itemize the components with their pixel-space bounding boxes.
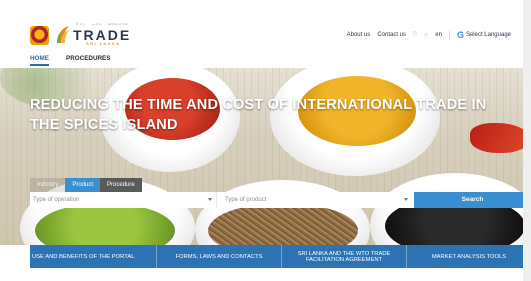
main-nav: HOME PROCEDURES — [0, 50, 531, 69]
tab-procedure[interactable]: Procedure — [100, 178, 142, 192]
translate-label: Select Language — [465, 32, 511, 38]
lang-english-link[interactable]: en — [435, 32, 442, 38]
operation-type-select[interactable]: Type of operation — [30, 192, 217, 208]
site-header: සිංහල · தமிழ் · ENGLISH TRADE SRI LANKA … — [0, 0, 531, 50]
search-button[interactable]: Search — [414, 192, 531, 208]
window-edge — [523, 0, 531, 281]
tile-market-analysis[interactable]: MARKET ANALYSIS TOOLS — [406, 245, 531, 268]
nav-item-procedures[interactable]: PROCEDURES — [66, 55, 110, 62]
page-below-fold — [0, 268, 531, 281]
tile-forms-laws-contacts[interactable]: FORMS, LAWS AND CONTACTS — [156, 245, 281, 268]
search-bar: Type of operation Type of product Search — [30, 192, 531, 208]
about-us-link[interactable]: About us — [347, 32, 371, 38]
google-icon: G — [456, 30, 464, 40]
contact-us-link[interactable]: Contact us — [377, 32, 406, 38]
logo-subtitle: SRI LANKA — [86, 41, 121, 46]
browser-viewport: සිංහල · தமிழ் · ENGLISH TRADE SRI LANKA … — [0, 0, 531, 281]
sri-lanka-emblem-icon — [30, 26, 49, 45]
tile-wto-agreement[interactable]: SRI LANKA AND THE WTO TRADE FACILITATION… — [281, 245, 406, 268]
lang-tamil-link[interactable]: த — [424, 32, 428, 39]
tile-use-and-benefits[interactable]: USE AND BENEFITS OF THE PORTAL — [30, 245, 156, 268]
hero-banner: REDUCING THE TIME AND COST OF INTERNATIO… — [0, 68, 531, 245]
divider — [448, 30, 450, 40]
google-translate-button[interactable]: G Select Language — [457, 30, 511, 40]
tab-industry[interactable]: Industry — [30, 178, 66, 192]
product-type-select[interactable]: Type of product — [222, 192, 415, 208]
lang-sinhala-link[interactable]: සි — [413, 32, 417, 39]
tab-product[interactable]: Product — [65, 178, 101, 192]
search-tabs: Industry Product Procedure — [30, 178, 142, 192]
hero-title: REDUCING THE TIME AND COST OF INTERNATIO… — [30, 97, 487, 133]
nav-item-home[interactable]: HOME — [30, 55, 49, 66]
chevron-down-icon[interactable] — [208, 198, 212, 201]
top-links: About us Contact us සි த en G Select Lan… — [347, 30, 511, 40]
chevron-down-icon[interactable] — [404, 198, 408, 201]
trade-logo-leaf-icon[interactable] — [56, 25, 70, 44]
feature-tiles: USE AND BENEFITS OF THE PORTAL FORMS, LA… — [30, 245, 531, 268]
